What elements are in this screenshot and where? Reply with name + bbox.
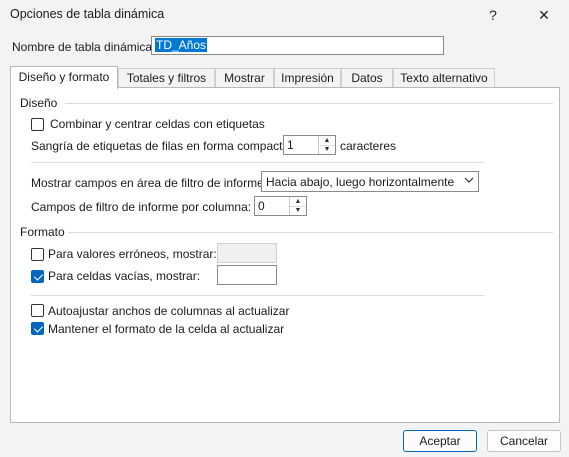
filter-area-value: Hacia abajo, luego horizontalmente <box>266 175 455 189</box>
merge-cells-label: Combinar y centrar celdas con etiquetas <box>50 117 265 131</box>
filter-columns-value: 0 <box>258 199 265 213</box>
help-button[interactable]: ? <box>473 0 513 30</box>
pivot-options-dialog: Opciones de tabla dinámica ? ✕ Nombre de… <box>0 0 569 457</box>
indent-unit-label: caracteres <box>340 139 397 153</box>
section-formato-heading: Formato <box>20 225 65 239</box>
title-bar: Opciones de tabla dinámica ? ✕ <box>0 0 569 30</box>
filter-area-select[interactable]: Hacia abajo, luego horizontalmente <box>261 171 479 192</box>
pivot-name-label: Nombre de tabla dinámica: <box>12 40 156 54</box>
keep-format-label: Mantener el formato de la celda al actua… <box>48 322 285 336</box>
merge-cells-checkbox[interactable] <box>31 118 44 131</box>
pivot-name-input[interactable]: TD_Años <box>151 36 444 55</box>
close-icon: ✕ <box>538 6 550 23</box>
empty-cells-input[interactable] <box>217 265 277 285</box>
indent-value: 1 <box>287 138 294 152</box>
empty-cells-label: Para celdas vacías, mostrar: <box>48 269 201 283</box>
autofit-columns-label: Autoajustar anchos de columnas al actual… <box>48 304 290 318</box>
filter-columns-spinner[interactable]: 0 ▲ ▼ <box>254 196 307 216</box>
accept-button[interactable]: Aceptar <box>403 430 477 452</box>
tab-diseno-formato[interactable]: Diseño y formato <box>10 66 118 89</box>
tab-impresion[interactable]: Impresión <box>274 68 341 87</box>
section-divider <box>31 295 485 296</box>
help-icon: ? <box>489 7 497 23</box>
error-values-checkbox[interactable] <box>31 248 44 261</box>
error-values-label: Para valores erróneos, mostrar: <box>48 247 217 261</box>
spin-down-icon[interactable]: ▼ <box>290 206 306 215</box>
autofit-columns-checkbox[interactable] <box>31 304 44 317</box>
section-divider <box>65 103 553 104</box>
error-values-input[interactable] <box>217 243 277 263</box>
section-diseno-heading: Diseño <box>20 96 58 110</box>
dialog-title: Opciones de tabla dinámica <box>10 7 165 21</box>
tab-texto-alternativo[interactable]: Texto alternativo <box>393 68 495 87</box>
tab-panel: Diseño Combinar y centrar celdas con eti… <box>10 87 560 423</box>
filter-columns-label: Campos de filtro de informe por columna: <box>31 200 252 214</box>
tab-totales-filtros[interactable]: Totales y filtros <box>118 68 215 87</box>
pivot-name-value: TD_Años <box>155 38 208 52</box>
filter-area-label: Mostrar campos en área de filtro de info… <box>31 176 268 190</box>
close-button[interactable]: ✕ <box>524 0 564 30</box>
indent-spinner[interactable]: 1 ▲ ▼ <box>283 135 336 155</box>
tab-mostrar[interactable]: Mostrar <box>215 68 274 87</box>
empty-cells-checkbox[interactable] <box>31 270 44 283</box>
keep-format-checkbox[interactable] <box>31 322 44 335</box>
section-divider <box>31 162 485 163</box>
indent-label: Sangría de etiquetas de filas en forma c… <box>31 139 293 153</box>
tab-datos[interactable]: Datos <box>341 68 393 87</box>
cancel-button[interactable]: Cancelar <box>487 430 561 452</box>
section-divider <box>68 232 553 233</box>
spin-down-icon[interactable]: ▼ <box>319 145 335 154</box>
chevron-down-icon <box>464 177 474 183</box>
